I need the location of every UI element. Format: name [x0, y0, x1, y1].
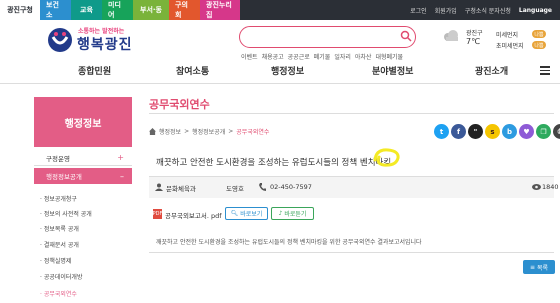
main-nav: 종합민원 참여소통 행정정보 분야별정보 광진소개 — [0, 60, 560, 84]
sidebar-sub-item[interactable]: 정보공개청구 — [40, 194, 77, 203]
eye-icon — [532, 184, 541, 190]
sidebar-item-label: 행정정보공개 — [46, 173, 82, 181]
twitter-icon[interactable]: t — [434, 124, 449, 139]
breadcrumb-item[interactable]: 행정정보 — [159, 127, 181, 136]
phone-number: 02-450-7597 — [270, 183, 312, 191]
attachment-name[interactable]: 공무국외보고서. pdf — [165, 210, 222, 220]
tab-nurizip[interactable]: 광진누리집 — [200, 0, 240, 20]
breadcrumb: 행정정보 > 행정정보공개 > 공무국외연수 — [149, 127, 269, 136]
view-count: 1840 — [542, 183, 559, 191]
phone-icon — [259, 183, 266, 191]
menu-icon[interactable] — [540, 66, 550, 75]
breadcrumb-current: 공무국외연수 — [236, 129, 270, 136]
facebook-icon[interactable]: f — [451, 124, 466, 139]
fine-dust-badge: 나쁨 — [532, 30, 546, 38]
language-select[interactable]: Language — [519, 7, 552, 14]
signup-link[interactable]: 회원가입 — [435, 6, 457, 15]
pdf-file-icon: PDF — [152, 209, 163, 219]
weather-temp: 7℃ — [466, 37, 481, 46]
nav-admin-info[interactable]: 행정정보 — [271, 64, 304, 77]
search-input[interactable] — [239, 26, 416, 48]
article-description: 깨끗하고 안전한 도시환경을 조성하는 유럽도시들의 정책 벤치마킹을 위한 공… — [156, 239, 422, 246]
tab-departments[interactable]: 부서·동 — [133, 0, 169, 20]
person-icon — [155, 183, 163, 191]
view-button[interactable]: 🔍︎ 바로보기 — [225, 207, 268, 220]
weather-area: 광진구 — [466, 30, 483, 37]
ultra-fine-dust-badge: 나쁨 — [532, 41, 546, 49]
breadcrumb-separator: > — [184, 128, 190, 135]
share-icons: t f " s b ♥ ❐ ⎙ — [434, 124, 560, 139]
nav-about[interactable]: 광진소개 — [475, 64, 508, 77]
copy-url-icon[interactable]: ❐ — [536, 124, 551, 139]
speaker-icon: ♪ — [278, 210, 283, 217]
nav-participation[interactable]: 참여소통 — [176, 64, 209, 77]
sidebar-sub-item[interactable]: 정책실명제 — [40, 256, 72, 265]
logo-icon[interactable] — [47, 27, 73, 53]
sidebar-sub-item[interactable]: 정보의 사전적 공개 — [40, 209, 92, 218]
list-icon: ≡ — [530, 263, 536, 271]
fine-dust-label: 미세먼지 — [496, 32, 519, 39]
site-tabs: 광진구청 보건소 교육 미디어 부서·동 구의회 광진누리집 — [0, 0, 240, 20]
quote-icon[interactable]: " — [468, 124, 483, 139]
tab-health[interactable]: 보건소 — [40, 0, 71, 20]
sidebar-item-disclosure[interactable]: 행정정보공개 – — [34, 168, 132, 184]
tab-council[interactable]: 구의회 — [169, 0, 200, 20]
login-link[interactable]: 로그인 — [410, 6, 427, 15]
sidebar-title: 행정정보 — [34, 97, 132, 147]
tab-education[interactable]: 교육 — [71, 0, 102, 20]
nav-civil-service[interactable]: 종합민원 — [78, 64, 111, 77]
article-meta: 문화체육과 도영호 02-450-7597 1840 — [149, 176, 559, 198]
list-button-label: 목록 — [536, 264, 548, 272]
tab-gwangjin[interactable]: 광진구청 — [0, 0, 40, 20]
logo-name[interactable]: 행복광진 — [77, 34, 133, 54]
view-button-label: 바로보기 — [240, 211, 263, 218]
highlight-annotation — [373, 148, 400, 167]
talk-icon[interactable]: ♥ — [519, 124, 534, 139]
listen-button-label: 바로듣기 — [284, 211, 307, 218]
ultra-fine-dust-label: 초미세먼지 — [496, 43, 524, 50]
article-title: 깨끗하고 안전한 도시환경을 조성하는 유럽도시들의 정책 벤치마킹 — [156, 158, 392, 168]
dept-name: 문화체육과 — [166, 185, 196, 193]
home-icon[interactable] — [149, 128, 156, 135]
list-button[interactable]: ≡ 목록 — [523, 260, 555, 274]
band-icon[interactable]: b — [502, 124, 517, 139]
kakaostory-icon[interactable]: s — [485, 124, 500, 139]
content-divider — [149, 252, 554, 253]
plus-icon: + — [117, 153, 124, 162]
sidebar-item-operations[interactable]: 구정운영 + — [34, 150, 132, 166]
breadcrumb-item[interactable]: 행정정보공개 — [192, 127, 225, 136]
sidebar-sub-item-active[interactable]: 공무국외연수 — [40, 289, 77, 298]
minus-icon: – — [120, 171, 124, 181]
sidebar-sub-item[interactable]: 정보목록 공개 — [40, 224, 79, 233]
print-icon[interactable]: ⎙ — [553, 124, 560, 139]
utility-links: 로그인 회원가입 구청소식 문자신청 Language — [410, 0, 552, 20]
search-icon[interactable] — [400, 30, 412, 42]
sidebar-item-label: 구정운영 — [46, 154, 70, 163]
title-divider — [149, 113, 554, 114]
breadcrumb-separator: > — [228, 128, 234, 135]
author-name: 도영호 — [226, 185, 244, 193]
sidebar-sub-item[interactable]: 결재문서 공개 — [40, 240, 79, 249]
search-icon: 🔍︎ — [230, 210, 239, 217]
sms-link[interactable]: 구청소식 문자신청 — [465, 6, 511, 15]
tab-media[interactable]: 미디어 — [102, 0, 133, 20]
cloud-icon — [444, 30, 458, 41]
page-title: 공무국외연수 — [149, 98, 210, 111]
listen-button[interactable]: ♪ 바로듣기 — [271, 207, 314, 220]
sidebar-sub-item[interactable]: 공공데이터개방 — [40, 272, 83, 281]
nav-field-info[interactable]: 분야별정보 — [372, 64, 413, 77]
